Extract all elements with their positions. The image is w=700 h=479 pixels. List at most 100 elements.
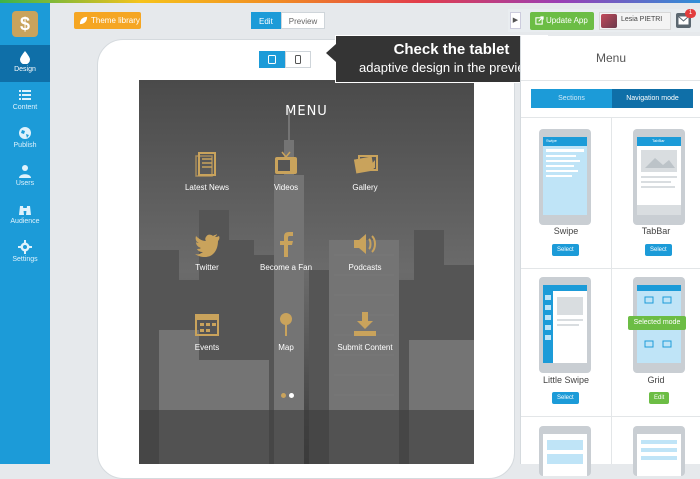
gear-icon (18, 240, 32, 254)
page-indicator (281, 393, 294, 398)
layout-name: Little Swipe (542, 375, 590, 385)
app-logo[interactable]: $ (12, 11, 38, 37)
tile-label: Events (194, 343, 220, 352)
little-swipe-preview-graphic (543, 285, 587, 363)
theme-library-label: Theme library (91, 16, 140, 25)
layout-thumb-little-swipe[interactable] (539, 277, 591, 373)
export-icon (535, 16, 544, 25)
calendar-icon (195, 314, 219, 336)
layout-thumb-swipe[interactable]: Swipe (539, 129, 591, 225)
selected-mode-badge: Selected mode (628, 316, 686, 330)
sidebar-item-label: Settings (12, 256, 38, 263)
avatar (601, 14, 617, 28)
tile-submit-content[interactable]: Submit Content (315, 310, 415, 352)
sidebar-item-label: Users (15, 180, 35, 187)
select-swipe-button[interactable]: Select (552, 244, 579, 256)
tile-label: Latest News (184, 183, 230, 192)
thumb-screen (637, 434, 681, 476)
collapse-panel-button[interactable]: ▶ (510, 12, 521, 29)
divider (611, 118, 612, 464)
sidebar-item-audience[interactable]: Audience (0, 197, 50, 234)
tile-label: Podcasts (348, 263, 382, 272)
tabbar-preview-graphic (637, 137, 681, 215)
tooltip-title: Check the tablet (393, 41, 510, 58)
thumb-screen: Swipe (543, 137, 587, 215)
thumb-header: TabBar (652, 138, 665, 143)
panel-title: Menu (521, 36, 700, 81)
news-icon (195, 152, 216, 177)
tooltip-subtitle: adaptive design in the preview (359, 60, 534, 75)
drop-icon (20, 51, 30, 64)
thumb-screen: TabBar (637, 137, 681, 215)
device-toggle (259, 51, 311, 68)
tile-label: Map (278, 343, 294, 352)
phone-view-button[interactable] (285, 51, 311, 68)
tile-label: Twitter (195, 263, 219, 272)
select-tabbar-button[interactable]: Select (645, 244, 672, 256)
twitter-icon (195, 234, 220, 257)
left-sidebar: $ Design Content Publish Users Audience … (0, 3, 50, 464)
tooltip-callout: Check the tablet adaptive design in the … (326, 35, 548, 83)
preview-menu-title: MENU (285, 104, 328, 119)
partial-preview-graphic (641, 440, 677, 460)
tablet-view-button[interactable] (259, 51, 285, 68)
tile-podcasts[interactable]: Podcasts (315, 230, 415, 272)
panel-tabs: Sections Navigation mode (531, 89, 693, 108)
sidebar-item-label: Content (12, 104, 38, 111)
layout-thumb-partial[interactable] (633, 426, 685, 476)
speaker-icon (354, 234, 376, 254)
sidebar-item-publish[interactable]: Publish (0, 121, 50, 158)
menu-panel: Menu Sections Navigation mode Swipe Swip… (520, 36, 700, 476)
edit-preview-toggle: Edit Preview (251, 12, 326, 29)
pin-icon (280, 313, 292, 336)
binoculars-icon (19, 206, 31, 215)
swipe-preview-graphic (543, 137, 587, 177)
tab-navigation-mode[interactable]: Navigation mode (612, 89, 693, 108)
download-icon (354, 312, 376, 336)
layout-thumb-partial[interactable] (539, 426, 591, 476)
update-app-label: Update App (546, 16, 588, 25)
theme-library-button[interactable]: Theme library (74, 12, 141, 29)
edit-grid-button[interactable]: Edit (649, 392, 670, 404)
sidebar-item-label: Design (14, 66, 36, 73)
tablet-icon (268, 55, 276, 64)
edit-tab[interactable]: Edit (251, 12, 281, 29)
page-dot[interactable] (281, 393, 286, 398)
layout-name: Swipe (553, 226, 579, 236)
divider (521, 416, 700, 417)
rainbow-stripe (0, 0, 700, 3)
layout-name: TabBar (641, 226, 671, 236)
layout-thumb-tabbar[interactable]: TabBar (633, 129, 685, 225)
select-little-swipe-button[interactable]: Select (552, 392, 579, 404)
tv-icon (275, 151, 297, 174)
user-icon (19, 165, 31, 178)
page-dot-active[interactable] (289, 393, 294, 398)
leaf-icon (79, 16, 88, 25)
sidebar-item-label: Publish (13, 142, 37, 149)
tile-label: Gallery (352, 183, 378, 192)
thumb-screen (543, 434, 587, 476)
facebook-icon (280, 232, 293, 257)
sidebar-item-settings[interactable]: Settings (0, 235, 50, 272)
tile-label: Videos (273, 183, 299, 192)
divider (521, 268, 700, 269)
tab-sections[interactable]: Sections (531, 89, 612, 108)
sidebar-item-design[interactable]: Design (0, 45, 50, 82)
sidebar-item-label: Audience (10, 218, 40, 225)
phone-icon (295, 55, 301, 64)
update-app-button[interactable]: Update App (530, 12, 594, 30)
preview-tab[interactable]: Preview (280, 12, 326, 29)
thumb-screen (543, 285, 587, 363)
user-name: Lesia PIETRI (621, 16, 663, 23)
layout-name: Grid (647, 375, 665, 385)
tile-gallery[interactable]: Gallery (315, 150, 415, 192)
user-menu[interactable]: Lesia PIETRI (599, 12, 671, 30)
city-background (139, 80, 474, 464)
list-icon (19, 90, 31, 100)
partial-preview-graphic (547, 440, 583, 464)
tile-label: Become a Fan (259, 263, 313, 272)
sidebar-item-users[interactable]: Users (0, 159, 50, 196)
sidebar-item-content[interactable]: Content (0, 83, 50, 120)
notification-badge: 1 (685, 9, 696, 18)
tile-label: Submit Content (337, 343, 393, 352)
